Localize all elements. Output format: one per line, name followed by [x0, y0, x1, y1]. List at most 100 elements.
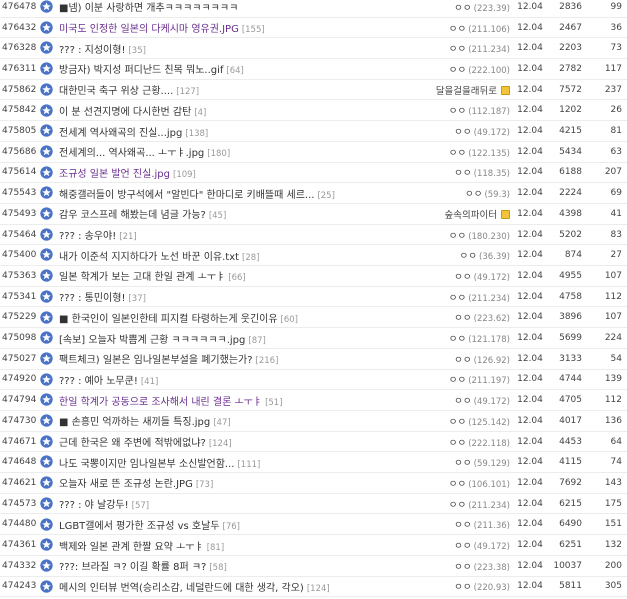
post-title-link[interactable]: 메시의 인터뷰 번역(승리소감, 네덜란드에 대한 생각, 각오) [124]	[59, 579, 404, 594]
post-writer[interactable]: ㅇㅇ (223.38)	[404, 559, 510, 573]
comment-count[interactable]: [57]	[132, 501, 149, 511]
post-row[interactable]: 474671 근데 한국은 왜 주변에 적밖에없냐? [124] ㅇㅇ (222.1…	[0, 432, 627, 453]
comment-count[interactable]: [41]	[141, 377, 158, 387]
post-title-link[interactable]: 전세계의... 역사왜곡... ㅗㅜㅑ.jpg [180]	[59, 144, 404, 159]
post-writer[interactable]: ㅇㅇ (59.3)	[404, 186, 510, 200]
post-writer[interactable]: ㅇㅇ (122.135)	[404, 145, 510, 159]
post-title-link[interactable]: ??? : 지성이형! [35]	[59, 41, 404, 56]
post-row[interactable]: 475543 해중갤러들이 방구석에서 "알빈다" 한마디로 키배뜰때 세르..…	[0, 183, 627, 204]
post-title-link[interactable]: ??? : 송우야! [21]	[59, 227, 404, 242]
post-writer[interactable]: ㅇㅇ (222.100)	[404, 62, 510, 76]
post-title-link[interactable]: ■ 한국인이 일본인한테 피지컬 타령하는게 웃긴이유 [60]	[59, 310, 404, 325]
comment-count[interactable]: [127]	[176, 87, 199, 97]
post-writer[interactable]: ㅇㅇ (59.129)	[404, 455, 510, 469]
comment-count[interactable]: [45]	[209, 211, 226, 221]
comment-count[interactable]: [4]	[194, 108, 206, 118]
post-title-link[interactable]: ???: 브라질 ㅋ? 이길 확률 8퍼 ㅋ? [58]	[59, 558, 404, 573]
comment-count[interactable]: [35]	[128, 46, 145, 56]
comment-count[interactable]: [124]	[209, 439, 232, 449]
post-title-link[interactable]: ??? : 야 날강두! [57]	[59, 496, 404, 511]
post-row[interactable]: 474648 나도 국뽕이지만 임나일본부 소신발언함... [111] ㅇㅇ (5…	[0, 452, 627, 474]
post-title-link[interactable]: ■ 손흥민 억까하는 새끼들 특징.jpg [47]	[59, 413, 404, 428]
post-writer[interactable]: ㅇㅇ (211.234)	[404, 497, 510, 511]
post-title-link[interactable]: 오늘자 새로 뜬 조규성 논란.JPG [73]	[59, 475, 404, 490]
post-writer[interactable]: ㅇㅇ (211.36)	[404, 517, 510, 531]
post-row[interactable]: 475098 [속보] 오늘자 박쁨계 근황 ㅋㅋㅋㅋㅋㅋ.jpg [87] ㅇㅇ…	[0, 328, 627, 349]
post-writer[interactable]: ㅇㅇ (36.39)	[404, 248, 510, 262]
post-writer[interactable]: ㅇㅇ (125.142)	[404, 414, 510, 428]
post-writer[interactable]: ㅇㅇ (211.234)	[404, 41, 510, 55]
post-title-link[interactable]: 전세계 역사왜곡의 진실...jpg [138]	[59, 124, 404, 139]
post-title-link[interactable]: 나도 국뽕이지만 임나일본부 소신발언함... [111]	[59, 455, 404, 470]
post-title-link[interactable]: 대한민국 축구 위상 근황.... [127]	[59, 82, 404, 97]
comment-count[interactable]: [66]	[228, 273, 245, 283]
post-title-link[interactable]: LGBT갤에서 평가한 조규성 vs 호날두 [76]	[59, 517, 404, 532]
post-row[interactable]: 474480 LGBT갤에서 평가한 조규성 vs 호날두 [76] ㅇㅇ (211…	[0, 515, 627, 536]
post-writer[interactable]: ㅇㅇ (106.101)	[404, 476, 510, 490]
post-writer[interactable]: ㅇㅇ (223.62)	[404, 310, 510, 324]
post-writer[interactable]: ㅇㅇ (49.172)	[404, 269, 510, 283]
post-row[interactable]: 476328 ??? : 지성이형! [35] ㅇㅇ (211.234) 12.04…	[0, 38, 627, 60]
post-title-link[interactable]: [속보] 오늘자 박쁨계 근황 ㅋㅋㅋㅋㅋㅋ.jpg [87]	[59, 331, 404, 346]
post-writer[interactable]: ㅇㅇ (118.35)	[404, 165, 510, 179]
post-row[interactable]: 475842 이 분 선견지명에 다시한번 감탄 [4] ㅇㅇ (112.187) …	[0, 101, 627, 122]
comment-count[interactable]: [47]	[213, 418, 230, 428]
post-row[interactable]: 476311 방금자) 박지성 퍼디난드 친목 뭐노..gif [64] ㅇㅇ (2…	[0, 59, 627, 80]
comment-count[interactable]: [51]	[265, 398, 282, 408]
post-title-link[interactable]: 내가 이준석 지지하다가 노선 바꾼 이유.txt [28]	[59, 248, 404, 263]
post-row[interactable]: 474243 메시의 인터뷰 번역(승리소감, 네덜란드에 대한 생각, 각오)…	[0, 577, 627, 598]
comment-count[interactable]: [25]	[317, 191, 334, 201]
post-row[interactable]: 474332 ???: 브라질 ㅋ? 이길 확률 8퍼 ㅋ? [58] ㅇㅇ (22…	[0, 556, 627, 577]
post-row[interactable]: 475341 ??? : 통민이형! [37] ㅇㅇ (211.234) 12.04…	[0, 287, 627, 308]
comment-count[interactable]: [111]	[237, 460, 260, 470]
post-row[interactable]: 474794 한일 학계가 공동으로 조사해서 내린 결론 ㅗㅜㅑ [51] ㅇㅇ…	[0, 390, 627, 411]
post-writer[interactable]: 달을걸을래뒤로	[404, 83, 510, 97]
post-writer[interactable]: ㅇㅇ (126.92)	[404, 352, 510, 366]
comment-count[interactable]: [180]	[207, 149, 230, 159]
comment-count[interactable]: [21]	[119, 232, 136, 242]
comment-count[interactable]: [73]	[196, 480, 213, 490]
post-row[interactable]: 475686 전세계의... 역사왜곡... ㅗㅜㅑ.jpg [180] ㅇㅇ (1…	[0, 142, 627, 163]
post-title-link[interactable]: 근데 한국은 왜 주변에 적밖에없냐? [124]	[59, 434, 404, 449]
post-title-link[interactable]: 이 분 선견지명에 다시한번 감탄 [4]	[59, 103, 404, 118]
post-title-link[interactable]: 감우 코스프레 해봤는데 념글 가능? [45]	[59, 206, 404, 221]
post-writer[interactable]: ㅇㅇ (121.178)	[404, 331, 510, 345]
comment-count[interactable]: [64]	[226, 66, 243, 76]
post-writer[interactable]: ㅇㅇ (211.197)	[404, 372, 510, 386]
post-title-link[interactable]: ??? : 통민이형! [37]	[59, 289, 404, 304]
post-title-link[interactable]: ■넴) 이분 사랑하면 개추ㅋㅋㅋㅋㅋㅋㅋㅋ	[59, 0, 404, 14]
comment-count[interactable]: [28]	[242, 253, 259, 263]
post-writer[interactable]: ㅇㅇ (222.118)	[404, 435, 510, 449]
post-row[interactable]: 475400 내가 이준석 지지하다가 노선 바꾼 이유.txt [28] ㅇㅇ(…	[0, 245, 627, 267]
post-writer[interactable]: ㅇㅇ (49.172)	[404, 538, 510, 552]
post-row[interactable]: 474920 ??? : 예아 노무쿤! [41] ㅇㅇ (211.197) 12.…	[0, 370, 627, 391]
comment-count[interactable]: [60]	[281, 315, 298, 325]
post-writer[interactable]: 숲속의파이터	[404, 207, 510, 221]
post-row[interactable]: 475493 감우 코스프레 해봤는데 념글 가능? [45] 숲속의파이터 12…	[0, 204, 627, 225]
post-title-link[interactable]: 한일 학계가 공동으로 조사해서 내린 결론 ㅗㅜㅑ [51]	[59, 393, 404, 408]
post-row[interactable]: 476432 미국도 인정한 일본의 다케시마 영유권.JPG [155] ㅇㅇ(…	[0, 18, 627, 39]
post-row[interactable]: 475363 일본 학계가 보는 고대 한일 관계 ㅗㅜㅑ [66] ㅇㅇ (49.…	[0, 266, 627, 287]
post-title-link[interactable]: 조규성 일본 발언 진실.jpg [109]	[59, 165, 404, 180]
comment-count[interactable]: [58]	[209, 563, 226, 573]
post-row[interactable]: 476478 ■넴) 이분 사랑하면 개추ㅋㅋㅋㅋㅋㅋㅋㅋ ㅇㅇ (223.39)…	[0, 0, 627, 18]
post-row[interactable]: 474621 오늘자 새로 뜬 조규성 논란.JPG [73] ㅇㅇ (106.10…	[0, 473, 627, 494]
comment-count[interactable]: [124]	[307, 584, 330, 594]
post-writer[interactable]: ㅇㅇ (211.234)	[404, 290, 510, 304]
post-row[interactable]: 475464 ??? : 송우야! [21] ㅇㅇ (180.230) 12.04 …	[0, 225, 627, 246]
post-row[interactable]: 475229 ■ 한국인이 일본인한테 피지컬 타령하는게 웃긴이유 [60] ㅇ…	[0, 308, 627, 329]
post-title-link[interactable]: 백제와 일본 관계 한짤 요약 ㅗㅜㅑ [81]	[59, 538, 404, 553]
post-row[interactable]: 474573 ??? : 야 날강두! [57] ㅇㅇ (211.234) 12.0…	[0, 494, 627, 515]
post-writer[interactable]: ㅇㅇ (49.172)	[404, 393, 510, 407]
post-row[interactable]: 475805 전세계 역사왜곡의 진실...jpg [138] ㅇㅇ (49.172…	[0, 121, 627, 142]
post-writer[interactable]: ㅇㅇ (112.187)	[404, 103, 510, 117]
comment-count[interactable]: [87]	[248, 336, 265, 346]
post-title-link[interactable]: 일본 학계가 보는 고대 한일 관계 ㅗㅜㅑ [66]	[59, 268, 404, 283]
post-row[interactable]: 474730 ■ 손흥민 억까하는 새끼들 특징.jpg [47] ㅇㅇ (125.…	[0, 411, 627, 432]
post-title-link[interactable]: 미국도 인정한 일본의 다케시마 영유권.JPG [155]	[59, 20, 404, 35]
post-title-link[interactable]: 방금자) 박지성 퍼디난드 친목 뭐노..gif [64]	[59, 61, 404, 76]
post-writer[interactable]: ㅇㅇ (180.230)	[404, 228, 510, 242]
post-row[interactable]: 475862 대한민국 축구 위상 근황.... [127] 달을걸을래뒤로 12…	[0, 80, 627, 101]
comment-count[interactable]: [81]	[207, 543, 224, 553]
post-row[interactable]: 475027 팩트체크) 일본은 임나일본부설을 폐기했는가? [216] ㅇㅇ(…	[0, 349, 627, 370]
